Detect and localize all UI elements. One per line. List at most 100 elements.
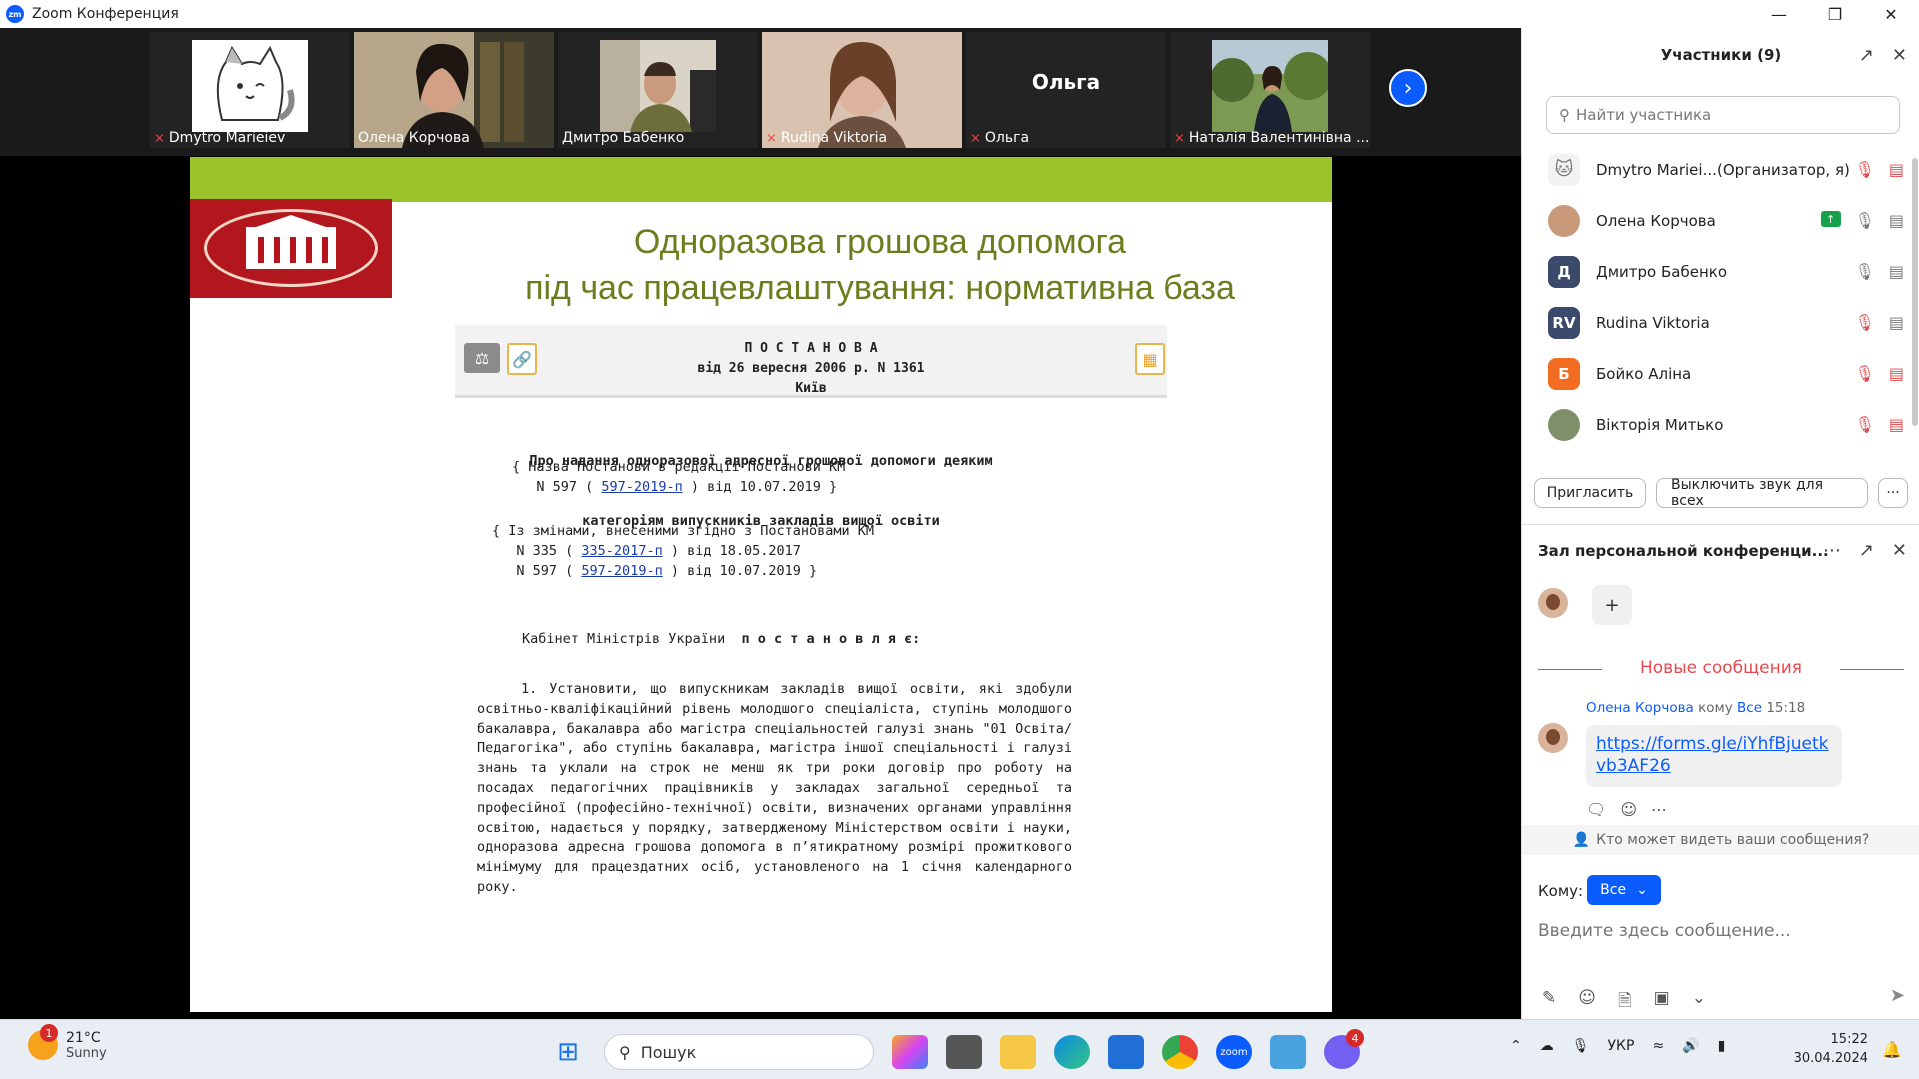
participant-row[interactable]: Олена Корчова ↑ 🎙 ▤	[1522, 195, 1919, 246]
cat-avatar-icon: 🐱	[1548, 153, 1580, 186]
chevron-up-icon[interactable]: ⌃	[1510, 1038, 1522, 1054]
video-icon[interactable]: ▤	[1889, 262, 1904, 281]
close-icon[interactable]: ✕	[1892, 45, 1907, 66]
emoji-reaction-icon[interactable]: ☺	[1620, 800, 1637, 819]
document-header: ⚖ 🔗 ▦ П О С Т А Н О В А від 26 вересня 2…	[455, 325, 1167, 398]
mic-muted-icon[interactable]: 🎙	[1855, 364, 1875, 383]
video-icon[interactable]: ▤	[1889, 211, 1904, 230]
mic-muted-icon[interactable]: 🎙	[1855, 313, 1875, 332]
recipient-select[interactable]: Все ⌄	[1587, 875, 1661, 905]
edge-browser-icon[interactable]	[1054, 1035, 1090, 1069]
restore-button[interactable]: ❐	[1807, 0, 1863, 28]
copilot-icon[interactable]	[892, 1035, 928, 1069]
video-tile[interactable]: Дмитро Бабенко	[558, 32, 758, 148]
participant-name: Бойко Аліна	[1596, 364, 1692, 383]
screen-share-icon: ↑	[1820, 211, 1841, 227]
avatar	[1538, 588, 1568, 618]
screenshot-icon[interactable]: ▣	[1654, 988, 1670, 1017]
avatar: RV	[1548, 306, 1580, 339]
participant-row[interactable]: RV Rudina Viktoria 🎙 ▤	[1522, 297, 1919, 348]
video-tile[interactable]: ⨯ Dmytro Marieiev	[150, 32, 350, 148]
mic-muted-icon[interactable]: 🎙	[1855, 415, 1875, 434]
mic-icon[interactable]: 🎙	[1855, 211, 1875, 230]
mic-muted-icon: ⨯	[970, 130, 981, 146]
video-tile[interactable]: ⨯ Наталія Валентинівна ...	[1170, 32, 1370, 148]
system-clock[interactable]: 15:22 30.04.2024	[1790, 1030, 1868, 1068]
who-can-see-messages[interactable]: 👤 Кто может видеть ваши сообщения?	[1522, 825, 1919, 855]
participant-name: Дмитро Бабенко	[1596, 262, 1727, 281]
wifi-icon[interactable]: ≈	[1652, 1038, 1664, 1054]
mute-all-button[interactable]: Выключить звук для всех	[1656, 477, 1868, 509]
doc-note-amendments: { Із змінами, внесеними згідно з Постано…	[492, 523, 875, 579]
popout-icon[interactable]: ↗	[1859, 45, 1874, 66]
task-view-icon[interactable]	[946, 1035, 982, 1069]
participant-row[interactable]: Б Бойко Аліна 🎙 ▤	[1522, 348, 1919, 399]
participant-list-scrollbar[interactable]	[1912, 158, 1918, 426]
format-text-icon[interactable]: ✎	[1542, 988, 1556, 1017]
keyboard-language[interactable]: УКР	[1608, 1038, 1635, 1054]
gallery-next-button[interactable]: ›	[1389, 69, 1427, 107]
law-link[interactable]: 335-2017-п	[581, 543, 662, 559]
participant-name: Вікторія Митько	[1596, 415, 1724, 434]
slide-top-bar	[190, 157, 1332, 202]
microsoft-store-icon[interactable]	[1108, 1035, 1144, 1069]
more-icon[interactable]: ⋯	[1823, 540, 1841, 561]
mic-icon[interactable]: 🎙	[1855, 262, 1875, 281]
mic-icon[interactable]: 🎙	[1572, 1038, 1590, 1054]
message-sender-line: Олена Корчова кому Все 15:18	[1586, 700, 1806, 716]
notification-bell-icon[interactable]: 🔔	[1882, 1040, 1902, 1059]
doc-city: Київ	[795, 381, 827, 396]
sender-name[interactable]: Олена Корчова	[1586, 700, 1694, 716]
search-icon: ⚲	[1559, 106, 1570, 124]
send-icon[interactable]: ➤	[1890, 985, 1905, 1006]
video-icon[interactable]: ▤	[1889, 313, 1904, 332]
reply-icon[interactable]: 🗨	[1586, 800, 1606, 819]
chrome-icon[interactable]	[1162, 1035, 1198, 1069]
weather-widget[interactable]: 1 21°C Sunny	[28, 1024, 107, 1061]
mic-muted-icon: ⨯	[1174, 130, 1185, 146]
more-icon[interactable]: ⋯	[1651, 800, 1667, 819]
add-reaction-button[interactable]: +	[1592, 585, 1632, 625]
law-link[interactable]: 597-2019-п	[601, 479, 682, 495]
viber-icon[interactable]: 4	[1324, 1029, 1364, 1069]
invite-button[interactable]: Пригласить	[1534, 478, 1646, 508]
more-options-button[interactable]: ···	[1878, 478, 1908, 508]
chevron-down-icon: ⌄	[1636, 882, 1648, 898]
participant-role: (Организатор, я)	[1717, 160, 1850, 179]
notification-badge: 4	[1346, 1029, 1364, 1047]
doc-type: П О С Т А Н О В А	[744, 341, 878, 356]
participant-row[interactable]: 🐱 Dmytro Mariei... (Организатор, я) 🎙 ▤	[1522, 144, 1919, 195]
avatar	[1538, 723, 1568, 753]
file-icon[interactable]: 🗎	[1618, 988, 1632, 1017]
law-link[interactable]: 597-2019-п	[581, 563, 662, 579]
video-tile[interactable]: Олена Корчова	[354, 32, 554, 148]
chevron-down-icon[interactable]: ⌄	[1692, 988, 1706, 1017]
participant-row[interactable]: Вікторія Митько 🎙 ▤	[1522, 399, 1919, 450]
minimize-button[interactable]: —	[1751, 0, 1807, 28]
mic-muted-icon[interactable]: 🎙	[1855, 160, 1875, 179]
participant-row[interactable]: Д Дмитро Бабенко 🎙 ▤	[1522, 246, 1919, 297]
popout-icon[interactable]: ↗	[1859, 540, 1874, 561]
notepad-icon[interactable]	[1270, 1035, 1306, 1069]
video-tile-name: Ольга	[984, 130, 1030, 146]
battery-icon[interactable]: ▮	[1718, 1038, 1726, 1054]
video-off-icon[interactable]: ▤	[1889, 364, 1904, 383]
file-explorer-icon[interactable]	[1000, 1035, 1036, 1069]
close-window-button[interactable]: ✕	[1863, 0, 1919, 28]
video-tile-big-name: Ольга	[1031, 70, 1101, 94]
chat-header: Зал персональной конференци...	[1538, 542, 1828, 560]
video-tile[interactable]: Ольга ⨯ Ольга	[966, 32, 1166, 148]
message-link[interactable]: https://forms.gle/iYhfBjuetkvb3AF26	[1586, 725, 1842, 787]
onedrive-icon[interactable]: ☁	[1540, 1038, 1554, 1054]
participant-search-input[interactable]: ⚲ Найти участника	[1546, 96, 1900, 134]
close-icon[interactable]: ✕	[1892, 540, 1907, 561]
video-tile[interactable]: ⨯ Rudina Viktoria	[762, 32, 962, 148]
windows-start-icon[interactable]: ⊞	[550, 1035, 586, 1069]
volume-icon[interactable]: 🔊	[1682, 1038, 1699, 1054]
message-input[interactable]	[1538, 916, 1898, 946]
taskbar-search[interactable]: ⚲ Пошук	[604, 1034, 874, 1070]
emoji-icon[interactable]: ☺	[1578, 988, 1596, 1017]
zoom-app-icon[interactable]: zoom	[1216, 1035, 1252, 1069]
video-off-icon[interactable]: ▤	[1889, 415, 1904, 434]
video-off-icon[interactable]: ▤	[1889, 160, 1904, 179]
